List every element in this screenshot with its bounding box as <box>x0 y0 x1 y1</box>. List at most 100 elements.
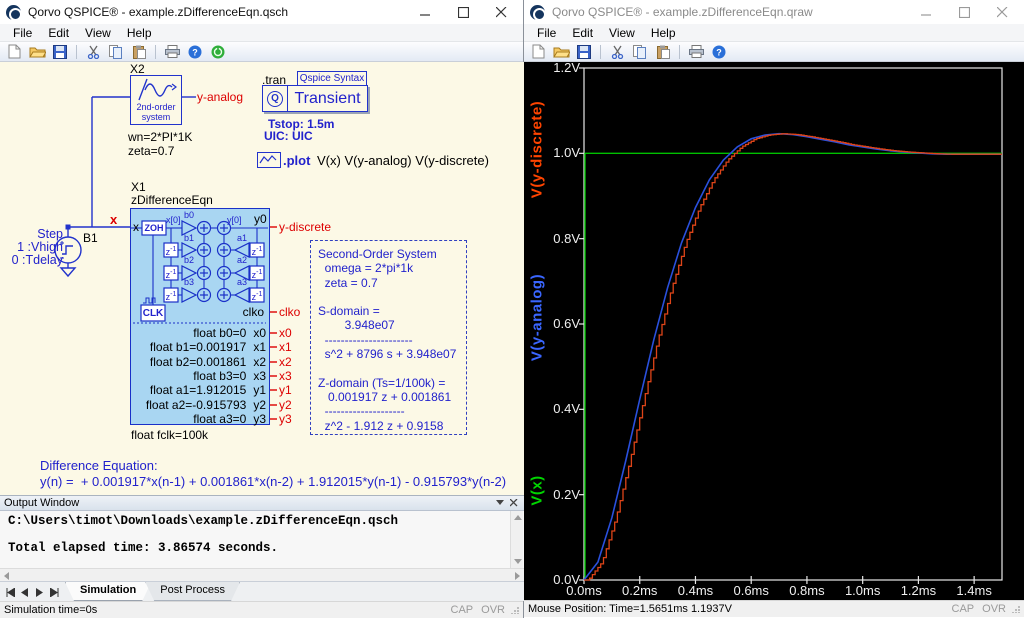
menu-file[interactable]: File <box>6 25 39 41</box>
schematic-window: Qorvo QSPICE® - example.zDifferenceEqn.q… <box>0 0 524 618</box>
net-label-x3[interactable]: x3 <box>279 369 292 383</box>
waveform-plot[interactable]: V(y-discrete) V(y-analog) V(x) 0.0ms0.2m… <box>524 62 1024 600</box>
minimize-icon[interactable] <box>914 4 938 20</box>
menu-file[interactable]: File <box>530 25 563 41</box>
a2-label: a2 <box>235 255 249 265</box>
resize-grip-icon[interactable] <box>511 606 519 614</box>
plot-args[interactable]: V(x) V(y-analog) V(y-discrete) <box>317 153 489 168</box>
tab-prev-icon[interactable] <box>18 586 31 598</box>
horizontal-scrollbar[interactable] <box>0 568 524 581</box>
z-inverse-label: z-1 <box>250 291 264 302</box>
net-label-x2[interactable]: x2 <box>279 355 292 369</box>
z-inverse-label: z-1 <box>164 291 178 302</box>
open-file-icon[interactable] <box>27 43 47 61</box>
run-icon[interactable] <box>208 43 228 61</box>
x2-refdes[interactable]: X2 <box>130 62 145 76</box>
vertical-scrollbar[interactable] <box>510 511 523 568</box>
net-label-y-discrete[interactable]: y-discrete <box>279 220 331 234</box>
close-icon[interactable] <box>990 4 1014 20</box>
left-titlebar[interactable]: Qorvo QSPICE® - example.zDifferenceEqn.q… <box>0 0 523 24</box>
tab-last-icon[interactable] <box>48 586 61 598</box>
resize-grip-icon[interactable] <box>1012 605 1020 613</box>
new-file-icon[interactable] <box>4 43 24 61</box>
tab-simulation[interactable]: Simulation <box>65 582 151 601</box>
net-label-y2[interactable]: y2 <box>279 398 292 412</box>
menu-view[interactable]: View <box>78 25 118 41</box>
paste-icon[interactable] <box>129 43 149 61</box>
x2-symbol[interactable]: 2nd-order system <box>130 75 182 125</box>
second-order-info-box[interactable]: Second-Order System omega = 2*pi*1k zeta… <box>310 240 467 435</box>
z-inverse-label: z-1 <box>250 246 264 257</box>
cut-icon[interactable] <box>83 43 103 61</box>
menu-edit[interactable]: Edit <box>41 25 76 41</box>
info-box-text: Second-Order System omega = 2*pi*1k zeta… <box>318 247 456 433</box>
open-file-icon[interactable] <box>551 43 571 61</box>
output-close-icon[interactable] <box>507 497 520 509</box>
x2-params[interactable]: wn=2*PI*1K zeta=0.7 <box>128 131 192 158</box>
maximize-icon[interactable] <box>952 4 976 20</box>
x1-name[interactable]: zDifferenceEqn <box>131 193 213 207</box>
paste-icon[interactable] <box>653 43 673 61</box>
menu-help[interactable]: Help <box>120 25 159 41</box>
net-label-x0[interactable]: x0 <box>279 326 292 340</box>
left-window-title: Qorvo QSPICE® - example.zDifferenceEqn.q… <box>28 5 413 19</box>
net-label-x1[interactable]: x1 <box>279 340 292 354</box>
right-toolbar: ? <box>524 42 1024 62</box>
qspice-syntax-tab[interactable]: Qspice Syntax <box>297 71 367 86</box>
mouse-position-status: Mouse Position: Time=1.5651ms 1.1937V <box>528 603 732 615</box>
tab-post-process[interactable]: Post Process <box>145 582 240 601</box>
plot-keyword[interactable]: .plot <box>283 153 310 168</box>
save-icon[interactable] <box>574 43 594 61</box>
tran-uic[interactable]: UIC: UIC <box>264 129 313 143</box>
b2-label: b2 <box>182 255 196 265</box>
desktop: Qorvo QSPICE® - example.zDifferenceEqn.q… <box>0 0 1024 618</box>
copy-icon[interactable] <box>106 43 126 61</box>
tab-first-icon[interactable] <box>3 586 16 598</box>
a1-label: a1 <box>235 233 249 243</box>
collapse-icon[interactable] <box>494 497 507 509</box>
transient-button[interactable]: Q Transient <box>262 85 368 112</box>
maximize-icon[interactable] <box>451 4 475 20</box>
net-label-y1[interactable]: y1 <box>279 383 292 397</box>
x-tick-label: 1.4ms <box>948 583 1000 598</box>
cut-icon[interactable] <box>607 43 627 61</box>
menu-view[interactable]: View <box>602 25 642 41</box>
output-window-body[interactable]: C:\Users\timot\Downloads\example.zDiffer… <box>0 511 524 568</box>
b1-refdes[interactable]: B1 <box>83 231 98 245</box>
x1-refdes[interactable]: X1 <box>131 180 146 194</box>
tab-next-icon[interactable] <box>33 586 46 598</box>
left-menubar: File Edit View Help <box>0 24 523 42</box>
net-label-x[interactable]: x <box>110 212 117 227</box>
right-titlebar[interactable]: Qorvo QSPICE® - example.zDifferenceEqn.q… <box>524 0 1024 24</box>
x1-symbol[interactable]: x ZOH x[0] y[0] y0 b0 b1 b2 b3 a1 a2 a3 … <box>130 208 270 425</box>
save-icon[interactable] <box>50 43 70 61</box>
new-file-icon[interactable] <box>528 43 548 61</box>
print-icon[interactable] <box>686 43 706 61</box>
fclk-param[interactable]: float fclk=100k <box>131 428 208 442</box>
diff-eq-text[interactable]: y(n) = + 0.001917*x(n-1) + 0.001861*x(n-… <box>40 474 506 489</box>
plot-icon[interactable] <box>257 152 281 168</box>
toolbar-separator <box>679 45 680 59</box>
minimize-icon[interactable] <box>413 4 437 20</box>
b0-label: b0 <box>182 210 196 220</box>
help-icon[interactable]: ? <box>185 43 205 61</box>
svg-text:?: ? <box>192 47 198 57</box>
x-tick-label: 1.2ms <box>892 583 944 598</box>
x-tick-label: 0.8ms <box>781 583 833 598</box>
menu-help[interactable]: Help <box>644 25 683 41</box>
schematic-canvas[interactable]: X2 2nd-order system y-analog wn=2*PI*1K … <box>0 62 524 495</box>
net-label-y-analog[interactable]: y-analog <box>197 90 243 104</box>
net-label-clko[interactable]: clko <box>279 305 300 319</box>
diff-eq-title[interactable]: Difference Equation: <box>40 458 158 473</box>
close-icon[interactable] <box>489 4 513 20</box>
menu-edit[interactable]: Edit <box>565 25 600 41</box>
copy-icon[interactable] <box>630 43 650 61</box>
net-label-y3[interactable]: y3 <box>279 412 292 426</box>
scroll-up-icon[interactable] <box>511 511 524 524</box>
x-tick-label: 0.6ms <box>725 583 777 598</box>
help-icon[interactable]: ? <box>709 43 729 61</box>
print-icon[interactable] <box>162 43 182 61</box>
b1-attributes[interactable]: Step 1 :Vhigh 0 :Tdelay <box>0 228 63 267</box>
left-statusbar: Simulation time=0s CAP OVR <box>0 601 523 618</box>
scroll-down-icon[interactable] <box>511 555 524 568</box>
